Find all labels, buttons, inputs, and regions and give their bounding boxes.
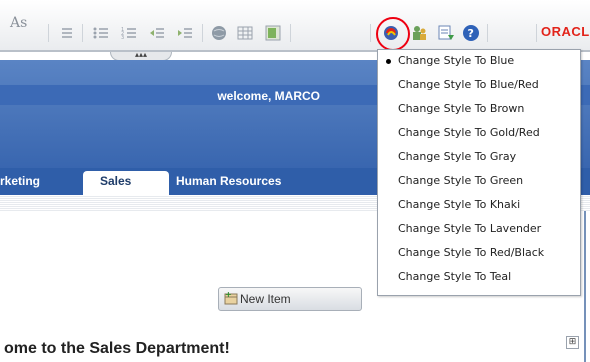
tab-marketing[interactable]: rketing <box>0 174 40 188</box>
outdent-icon[interactable] <box>148 24 166 42</box>
tab-human-resources[interactable]: Human Resources <box>176 174 281 188</box>
menu-item-teal[interactable]: Change Style To Teal <box>398 270 511 283</box>
users-icon[interactable] <box>410 24 428 42</box>
numbered-list-icon[interactable]: 123 <box>120 24 138 42</box>
text-style-icon[interactable]: As <box>10 15 27 31</box>
svg-text:+: + <box>225 291 232 299</box>
menu-item-blue-red[interactable]: Change Style To Blue/Red <box>398 78 539 91</box>
menu-item-blue[interactable]: Change Style To Blue <box>398 54 514 67</box>
image-icon[interactable] <box>264 24 282 42</box>
editor-toolbar <box>0 0 590 52</box>
export-icon[interactable] <box>437 24 455 42</box>
globe-icon[interactable] <box>210 24 228 42</box>
content-border <box>584 211 586 362</box>
menu-item-green[interactable]: Change Style To Green <box>398 174 523 187</box>
table-icon[interactable] <box>236 24 254 42</box>
oracle-logo: ORACL <box>541 24 590 39</box>
svg-text:3: 3 <box>121 35 124 40</box>
toolbar-separator <box>48 24 49 42</box>
new-item-icon: + <box>224 290 238 308</box>
menu-item-lavender[interactable]: Change Style To Lavender <box>398 222 541 235</box>
toolbar-separator <box>536 24 537 42</box>
help-icon[interactable]: ? <box>462 24 480 42</box>
pin-icon[interactable]: ⊞ <box>566 336 579 349</box>
new-item-button[interactable]: + New Item <box>218 287 362 311</box>
tab-sales-label: Sales <box>100 174 132 188</box>
style-menu: Change Style To Blue Change Style To Blu… <box>377 49 581 296</box>
toolbar-separator <box>370 24 371 42</box>
menu-item-red-black[interactable]: Change Style To Red/Black <box>398 246 544 259</box>
toolbar-separator <box>82 24 83 42</box>
toolbar-separator <box>487 24 488 42</box>
highlight-circle <box>376 17 410 51</box>
toolbar-separator <box>202 24 203 42</box>
new-item-label: New Item <box>240 292 291 306</box>
bullet-list-icon[interactable] <box>92 24 110 42</box>
indent-more-icon[interactable] <box>176 24 194 42</box>
menu-item-khaki[interactable]: Change Style To Khaki <box>398 198 520 211</box>
menu-item-brown[interactable]: Change Style To Brown <box>398 102 524 115</box>
welcome-text: welcome, MARCO <box>217 89 320 103</box>
selected-bullet-icon <box>386 59 391 64</box>
menu-item-gold-red[interactable]: Change Style To Gold/Red <box>398 126 540 139</box>
menu-item-gray[interactable]: Change Style To Gray <box>398 150 516 163</box>
svg-text:?: ? <box>468 27 474 40</box>
indent-icon[interactable] <box>58 24 76 42</box>
page-heading: ome to the Sales Department! <box>4 340 230 357</box>
toolbar-separator <box>290 24 291 42</box>
